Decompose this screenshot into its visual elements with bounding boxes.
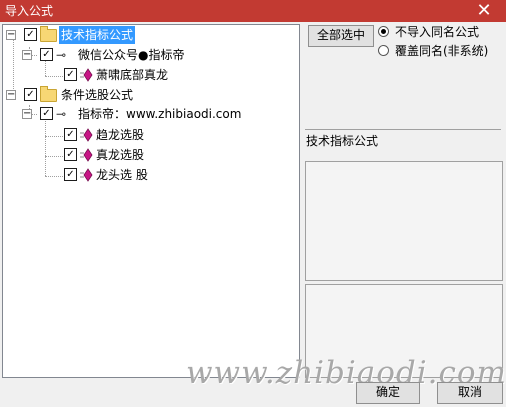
cancel-button[interactable]: 取消 [437, 382, 503, 404]
formula-icon [80, 68, 93, 82]
tree-node-zhibiaodi-group[interactable]: − ✓ ⊸ 指标帝：www.zhibiaodi.com [22, 105, 296, 123]
radio-label: 覆盖同名(非系统) [395, 44, 489, 58]
formula-icon [80, 148, 93, 162]
tree-node-formula[interactable]: ✓ 龙头选 股 [38, 166, 296, 184]
tree-node-stock-selection[interactable]: − ✓ 条件选股公式 [6, 86, 296, 104]
tree-checkbox[interactable]: ✓ [40, 48, 53, 61]
tree-node-formula[interactable]: ✓ 萧啸底部真龙 [38, 66, 296, 84]
formula-icon [80, 128, 93, 142]
info-separator [305, 129, 501, 130]
tree-node-label: 技术指标公式 [59, 26, 136, 44]
tree-node-formula[interactable]: ✓ 趋龙选股 [38, 126, 296, 144]
key-icon: ⊸ [56, 48, 67, 62]
radio-overwrite[interactable]: 覆盖同名(非系统) [378, 43, 488, 59]
tree-node-label: 条件选股公式 [61, 88, 134, 102]
tree-node-tech-indicators[interactable]: − ✓ 技术指标公式 [6, 26, 296, 44]
collapse-icon[interactable]: − [6, 90, 16, 100]
tree-checkbox[interactable]: ✓ [24, 28, 37, 41]
folder-icon [40, 26, 57, 42]
tree-node-label: 指标帝：www.zhibiaodi.com [78, 107, 242, 121]
description-pane [305, 161, 503, 281]
close-icon: ✕ [476, 0, 492, 21]
tree-checkbox[interactable]: ✓ [64, 68, 77, 81]
formula-icon [80, 168, 93, 182]
window-title: 导入公式 [5, 4, 54, 18]
collapse-icon[interactable]: − [22, 109, 32, 119]
tree-node-label: 真龙选股 [96, 148, 145, 162]
tree-node-label: 萧啸底部真龙 [96, 68, 169, 82]
folder-icon [40, 86, 57, 102]
tree-checkbox[interactable]: ✓ [64, 148, 77, 161]
ok-button[interactable]: 确定 [356, 382, 420, 404]
collapse-icon[interactable]: − [6, 30, 16, 40]
radio-label: 不导入同名公式 [395, 25, 480, 39]
tree-checkbox[interactable]: ✓ [64, 168, 77, 181]
formula-tree[interactable]: − ✓ 技术指标公式 − ✓ ⊸ 微信公众号●指标帝 ✓ 萧啸底部真龙 − ✓ … [2, 24, 300, 378]
tree-node-label: 龙头选 股 [96, 168, 148, 182]
tree-checkbox[interactable]: ✓ [64, 128, 77, 141]
collapse-icon[interactable]: − [22, 50, 32, 60]
radio-selected-icon [378, 26, 389, 37]
radio-no-import[interactable]: 不导入同名公式 [378, 24, 479, 40]
tree-node-label: 微信公众号●指标帝 [78, 48, 185, 62]
close-button[interactable]: ✕ [462, 0, 506, 22]
tree-node-wechat-group[interactable]: − ✓ ⊸ 微信公众号●指标帝 [22, 46, 296, 64]
tree-node-formula[interactable]: ✓ 真龙选股 [38, 146, 296, 164]
key-icon: ⊸ [56, 107, 67, 121]
select-all-button[interactable]: 全部选中 [308, 25, 374, 47]
info-panel-label: 技术指标公式 [306, 134, 379, 148]
tree-checkbox[interactable]: ✓ [40, 107, 53, 120]
tree-checkbox[interactable]: ✓ [24, 88, 37, 101]
title-bar: 导入公式 ✕ [0, 0, 506, 22]
tree-node-label: 趋龙选股 [96, 128, 145, 142]
radio-unselected-icon [378, 45, 389, 56]
